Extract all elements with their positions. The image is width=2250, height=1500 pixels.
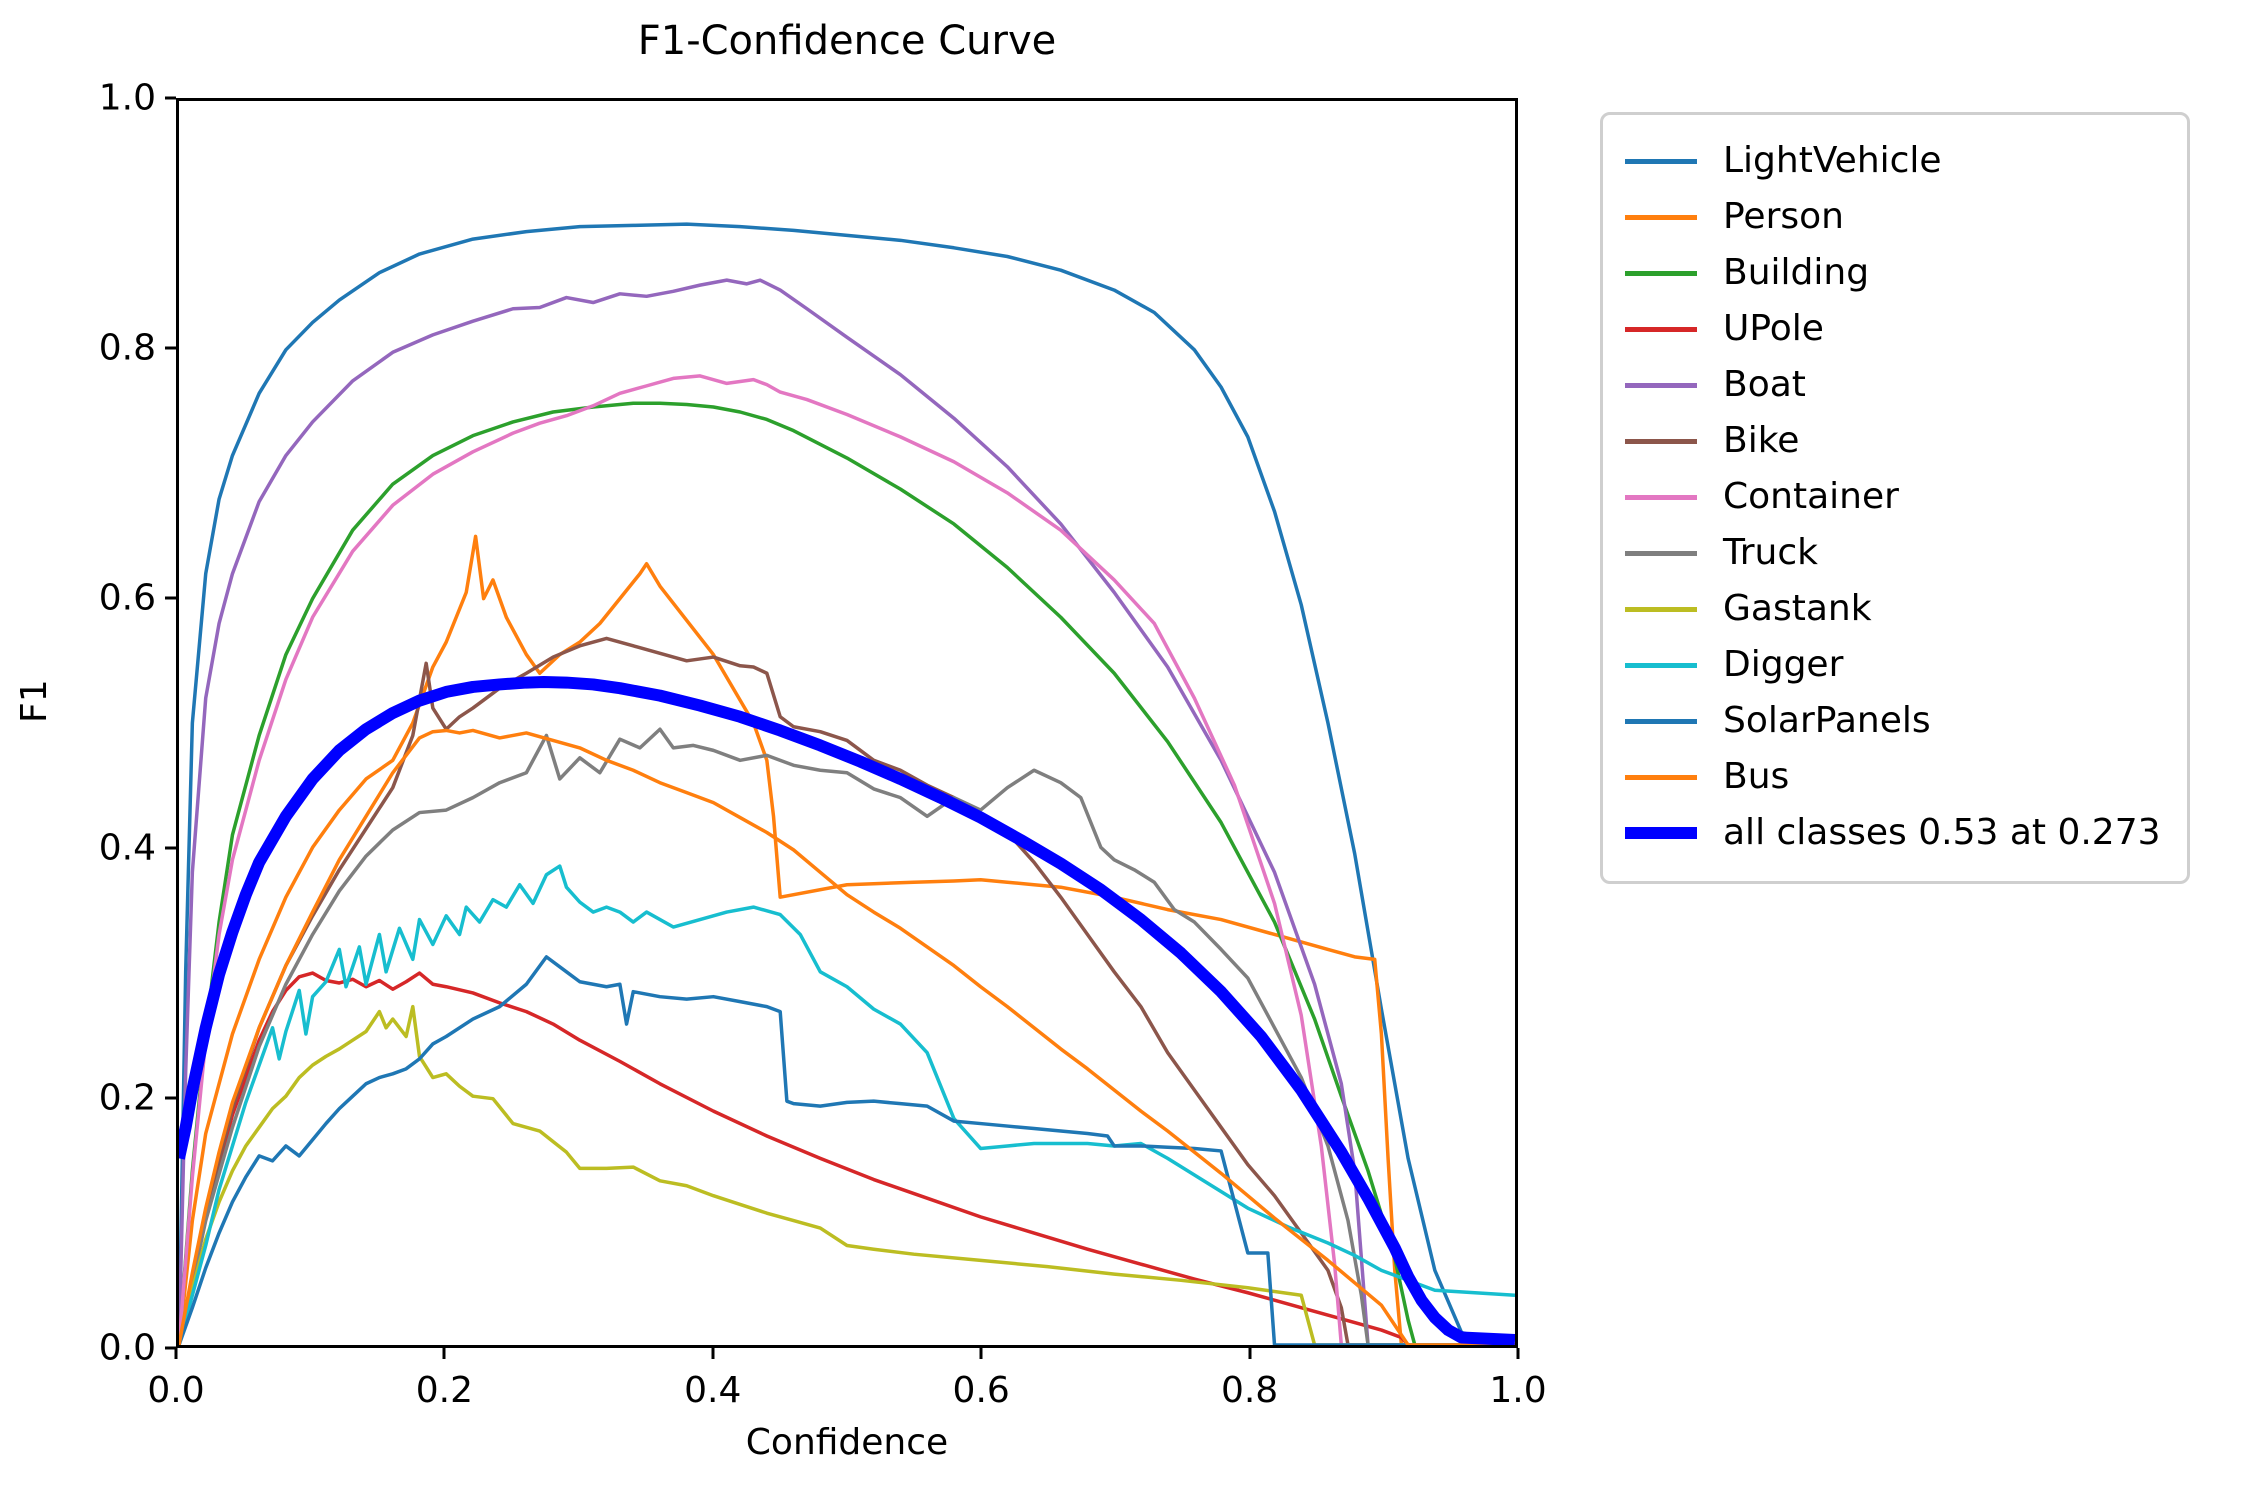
legend-item-container[interactable]: Container — [1625, 469, 2165, 525]
x-tick-mark — [442, 1348, 446, 1359]
y-tick-label: 0.0 — [98, 1327, 156, 1369]
legend-item-gastank[interactable]: Gastank — [1625, 581, 2165, 637]
y-tick-mark — [165, 846, 176, 850]
legend-item-bike[interactable]: Bike — [1625, 413, 2165, 469]
figure-canvas: F1-Confidence Curve F1 0.0 0.2 0.4 0.6 0.8 1.… — [0, 0, 2250, 1500]
legend-color-swatch — [1625, 662, 1697, 668]
x-tick-mark — [174, 1348, 178, 1359]
curves-svg — [179, 101, 1515, 1345]
y-tick-mark — [165, 346, 176, 350]
legend-item-label: Boat — [1723, 364, 1806, 405]
legend-item-person[interactable]: Person — [1625, 189, 2165, 245]
legend-item-label: Gastank — [1723, 588, 1872, 629]
legend-color-swatch — [1625, 606, 1697, 612]
y-tick-label: 0.6 — [98, 577, 156, 619]
legend-color-swatch — [1625, 494, 1697, 500]
x-tick-mark — [1516, 1348, 1520, 1359]
y-tick-label: 0.2 — [98, 1077, 156, 1119]
curve-gastank — [179, 1007, 1515, 1345]
legend-color-swatch — [1625, 438, 1697, 444]
legend-item-label: all classes 0.53 at 0.273 — [1723, 812, 2161, 853]
y-tick-label: 0.8 — [98, 327, 156, 369]
curve-lightvehicle — [179, 224, 1515, 1345]
x-tick-label: 0.6 — [952, 1370, 1010, 1411]
legend-item-label: Person — [1723, 196, 1844, 237]
y-tick-label: 0.4 — [98, 827, 156, 869]
x-tick-label: 0.0 — [147, 1370, 205, 1411]
page-title: F1-Confidence Curve — [637, 18, 1057, 64]
legend-item-label: SolarPanels — [1723, 700, 1931, 741]
legend-item-label: Container — [1723, 476, 1899, 517]
legend-color-swatch — [1625, 774, 1697, 780]
legend-color-swatch — [1625, 270, 1697, 276]
curve-upole — [179, 973, 1515, 1345]
x-axis-label: Confidence — [745, 1422, 949, 1463]
curve-paths — [179, 224, 1515, 1345]
legend-item-lightvehicle[interactable]: LightVehicle — [1625, 133, 2165, 189]
legend-item-bus[interactable]: Bus — [1625, 749, 2165, 805]
legend-color-swatch — [1625, 827, 1697, 839]
legend-item-label: UPole — [1723, 308, 1824, 349]
legend-item-label: Digger — [1723, 644, 1844, 685]
legend-color-swatch — [1625, 550, 1697, 556]
plot-area — [176, 98, 1518, 1348]
legend-item-all-classes-0-53-at-0-273[interactable]: all classes 0.53 at 0.273 — [1625, 805, 2165, 861]
legend-item-solarpanels[interactable]: SolarPanels — [1625, 693, 2165, 749]
legend-color-swatch — [1625, 718, 1697, 724]
legend-item-label: Truck — [1723, 532, 1818, 573]
legend-color-swatch — [1625, 214, 1697, 220]
chart-legend: LightVehicle Person Building UPole Boat Bike C… — [1600, 112, 2190, 884]
legend-item-digger[interactable]: Digger — [1625, 637, 2165, 693]
y-tick-mark — [165, 96, 176, 100]
x-tick-mark — [711, 1348, 715, 1359]
legend-item-label: Bus — [1723, 756, 1790, 797]
legend-item-upole[interactable]: UPole — [1625, 301, 2165, 357]
legend-item-label: Bike — [1723, 420, 1800, 461]
legend-color-swatch — [1625, 382, 1697, 388]
legend-item-truck[interactable]: Truck — [1625, 525, 2165, 581]
y-tick-mark — [165, 1096, 176, 1100]
legend-item-building[interactable]: Building — [1625, 245, 2165, 301]
curve-container — [179, 376, 1515, 1345]
x-tick-label: 0.2 — [415, 1370, 474, 1411]
curve-boat — [179, 280, 1515, 1345]
x-tick-label: 0.8 — [1220, 1370, 1279, 1411]
x-tick-label: 1.0 — [1489, 1370, 1547, 1411]
y-axis-label: F1 — [14, 679, 55, 723]
legend-color-swatch — [1625, 326, 1697, 332]
x-tick-mark — [1248, 1348, 1252, 1359]
curve-building — [179, 403, 1515, 1345]
y-tick-label: 1.0 — [98, 77, 156, 119]
legend-color-swatch — [1625, 158, 1697, 164]
x-tick-label: 0.4 — [684, 1370, 742, 1411]
legend-item-boat[interactable]: Boat — [1625, 357, 2165, 413]
legend-item-label: LightVehicle — [1723, 140, 1942, 181]
y-tick-mark — [165, 596, 176, 600]
x-tick-mark — [979, 1348, 983, 1359]
legend-item-label: Building — [1723, 252, 1870, 293]
